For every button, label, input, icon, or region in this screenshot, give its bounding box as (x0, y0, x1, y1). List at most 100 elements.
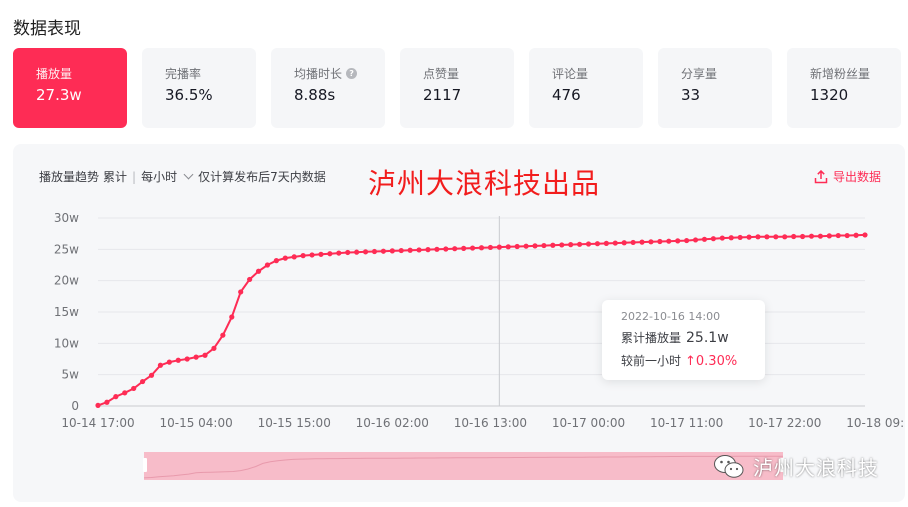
metrics-row: 播放量 27.3w 完播率 36.5% 均播时长? 8.88s 点赞量 2117… (13, 48, 901, 128)
trend-line-chart[interactable]: 0 5w 10w 15w 20w 25w 30w 10-14 17:00 10-15 04:00… (13, 144, 905, 502)
data-point (585, 241, 592, 247)
navigator-handle-left[interactable] (143, 458, 147, 472)
x-tick-label: 10-17 11:00 (650, 416, 723, 430)
data-point (728, 235, 734, 241)
x-tick-label: 10-14 17:00 (61, 416, 134, 430)
data-point (799, 233, 806, 240)
metric-value: 33 (681, 86, 701, 104)
chart-tooltip: 2022-10-16 14:00 累计播放量 25.1w 较前一小时 ↑0.30… (602, 300, 765, 380)
metric-card-avg-duration[interactable]: 均播时长? 8.88s (271, 48, 385, 128)
metric-value: 2117 (423, 86, 462, 104)
help-icon[interactable]: ? (346, 68, 358, 79)
x-tick-label: 10-15 15:00 (258, 416, 331, 430)
metric-label: 均播时长? (294, 65, 385, 82)
data-point (434, 246, 440, 252)
data-point (139, 378, 146, 385)
data-point (211, 345, 217, 351)
data-point (791, 233, 797, 240)
y-tick-label: 25w (54, 242, 79, 256)
y-tick-label: 15w (54, 305, 79, 319)
data-point (505, 244, 511, 250)
data-point (282, 255, 288, 261)
metric-label: 评论量 (552, 67, 589, 81)
y-tick-label: 30w (54, 211, 79, 225)
data-point (835, 232, 841, 239)
metric-card-plays[interactable]: 播放量 27.3w (13, 48, 127, 128)
data-point (603, 240, 609, 246)
data-point (826, 233, 832, 239)
data-point (354, 249, 360, 255)
data-point (175, 357, 181, 363)
metric-value: 36.5% (165, 86, 213, 104)
tooltip-change-value: ↑0.30% (685, 354, 738, 369)
data-point (541, 242, 547, 249)
data-point (184, 356, 190, 362)
data-point (612, 240, 618, 246)
y-tick-label: 20w (54, 274, 79, 288)
data-point (157, 362, 164, 368)
data-point (362, 249, 369, 255)
data-point (559, 242, 565, 248)
metric-card-shares[interactable]: 分享量 33 (658, 48, 772, 128)
y-tick-label: 10w (54, 336, 79, 350)
data-point (345, 249, 351, 256)
data-point (487, 244, 494, 251)
tooltip-change-label: 较前一小时 (621, 354, 682, 368)
data-point (452, 246, 458, 252)
data-point (166, 359, 172, 365)
data-point (719, 235, 725, 241)
data-point (398, 247, 404, 254)
metric-label: 分享量 (681, 67, 718, 81)
data-point (684, 237, 690, 244)
data-point (247, 276, 253, 283)
data-point (844, 232, 850, 239)
metric-card-likes[interactable]: 点赞量 2117 (400, 48, 514, 128)
data-point (808, 233, 815, 239)
x-tick-label: 10-16 13:00 (454, 416, 527, 430)
data-point (309, 252, 315, 258)
data-point (148, 372, 155, 378)
metric-value: 8.88s (294, 86, 336, 104)
data-point (577, 241, 583, 247)
trend-panel: 播放量趋势 累计 | 每小时 仅计算发布后7天内数据 泸州大浪科技出品 导出数据… (13, 144, 905, 502)
metric-card-new-followers[interactable]: 新增粉丝量 1320 (787, 48, 901, 128)
data-point (104, 399, 110, 405)
data-point (273, 258, 279, 264)
data-point (773, 234, 779, 240)
data-point (621, 240, 627, 246)
metric-label: 播放量 (36, 67, 73, 81)
x-tick-label: 10-17 00:00 (552, 416, 625, 430)
data-point (692, 237, 699, 243)
data-point (336, 250, 342, 256)
tooltip-change-row: 较前一小时 ↑0.30% (621, 352, 765, 369)
data-point (514, 243, 520, 250)
data-point (407, 247, 413, 253)
data-point (630, 239, 636, 246)
data-point (131, 385, 137, 392)
metric-value: 27.3w (36, 86, 82, 104)
data-point (675, 238, 681, 244)
data-point (523, 243, 529, 249)
wechat-icon (714, 454, 744, 478)
data-point (461, 245, 467, 251)
data-point (238, 289, 244, 295)
data-point (817, 233, 824, 239)
data-point (95, 402, 101, 408)
tooltip-total-label: 累计播放量 (621, 331, 682, 345)
data-point (755, 234, 761, 240)
data-point (229, 314, 235, 320)
metric-card-comments[interactable]: 评论量 476 (529, 48, 643, 128)
data-point (496, 244, 502, 250)
data-point (648, 239, 654, 245)
y-tick-label: 5w (62, 368, 80, 382)
page-title: 数据表现 (13, 19, 81, 39)
data-point (657, 238, 663, 245)
metric-value: 476 (552, 86, 581, 104)
data-point (300, 253, 306, 259)
data-point (371, 248, 378, 255)
data-point (202, 352, 208, 358)
data-point (782, 234, 788, 240)
data-point (416, 247, 422, 253)
metric-card-completion-rate[interactable]: 完播率 36.5% (142, 48, 256, 128)
data-point (264, 262, 271, 268)
